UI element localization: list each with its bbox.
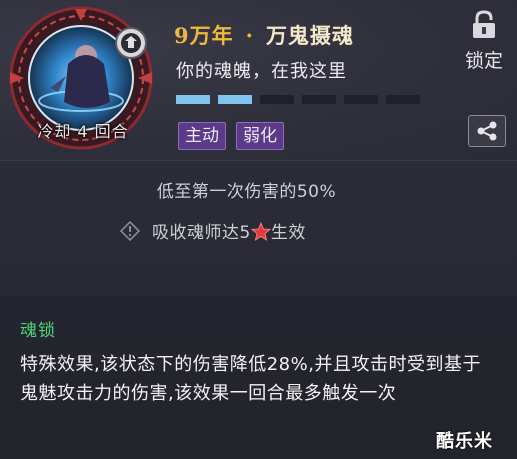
cooldown-label: 冷却 4 回合 bbox=[37, 122, 129, 141]
skill-portrait: 冷却 4 回合 bbox=[6, 6, 156, 156]
skill-header: 冷却 4 回合 9万年 · 万鬼摄魂 你的魂魄，在我这里 主动 弱化 锁定 bbox=[0, 0, 517, 160]
level-segment bbox=[218, 95, 252, 104]
diamond-bullet-icon bbox=[120, 220, 140, 241]
header-divider bbox=[0, 160, 517, 161]
level-segment bbox=[302, 95, 336, 104]
star-icon bbox=[250, 221, 271, 241]
soul-emblem-icon bbox=[115, 27, 147, 59]
skill-name: 万鬼摄魂 bbox=[265, 23, 354, 48]
description-line: 低至第一次伤害的50% bbox=[156, 182, 337, 202]
share-icon bbox=[477, 121, 497, 141]
skill-tags: 主动 弱化 bbox=[178, 122, 284, 150]
condition-suffix: 生效 bbox=[270, 223, 306, 243]
skill-detail-panel: 冷却 4 回合 9万年 · 万鬼摄魂 你的魂魄，在我这里 主动 弱化 锁定 低至… bbox=[0, 0, 517, 459]
tag-active: 主动 bbox=[178, 122, 226, 150]
lock-button[interactable]: 锁定 bbox=[455, 10, 513, 73]
condition-prefix: 吸收魂师达5 bbox=[152, 223, 251, 243]
condition-line: 吸收魂师达5 生效 bbox=[120, 218, 306, 243]
lock-label: 锁定 bbox=[464, 50, 503, 72]
level-segment bbox=[260, 95, 294, 104]
skill-title: 9万年 · 万鬼摄魂 bbox=[174, 20, 354, 50]
share-button[interactable] bbox=[468, 115, 506, 147]
effect-description: 特殊效果,该状态下的伤害降低28%,并且攻击时受到基于鬼魅攻击力的伤害,该效果一… bbox=[20, 354, 481, 404]
skill-quote: 你的魂魄，在我这里 bbox=[176, 61, 347, 82]
lock-icon bbox=[473, 10, 495, 38]
level-segment bbox=[344, 95, 378, 104]
soul-ring-years: 9万年 bbox=[174, 23, 234, 48]
skill-level-bar bbox=[176, 95, 420, 104]
title-separator: · bbox=[245, 23, 254, 48]
level-segment bbox=[176, 95, 210, 104]
effect-title: 魂锁 bbox=[20, 321, 56, 341]
watermark-logo: 酷乐米 bbox=[436, 431, 493, 452]
level-segment bbox=[386, 95, 420, 104]
tag-debuff: 弱化 bbox=[236, 122, 284, 150]
